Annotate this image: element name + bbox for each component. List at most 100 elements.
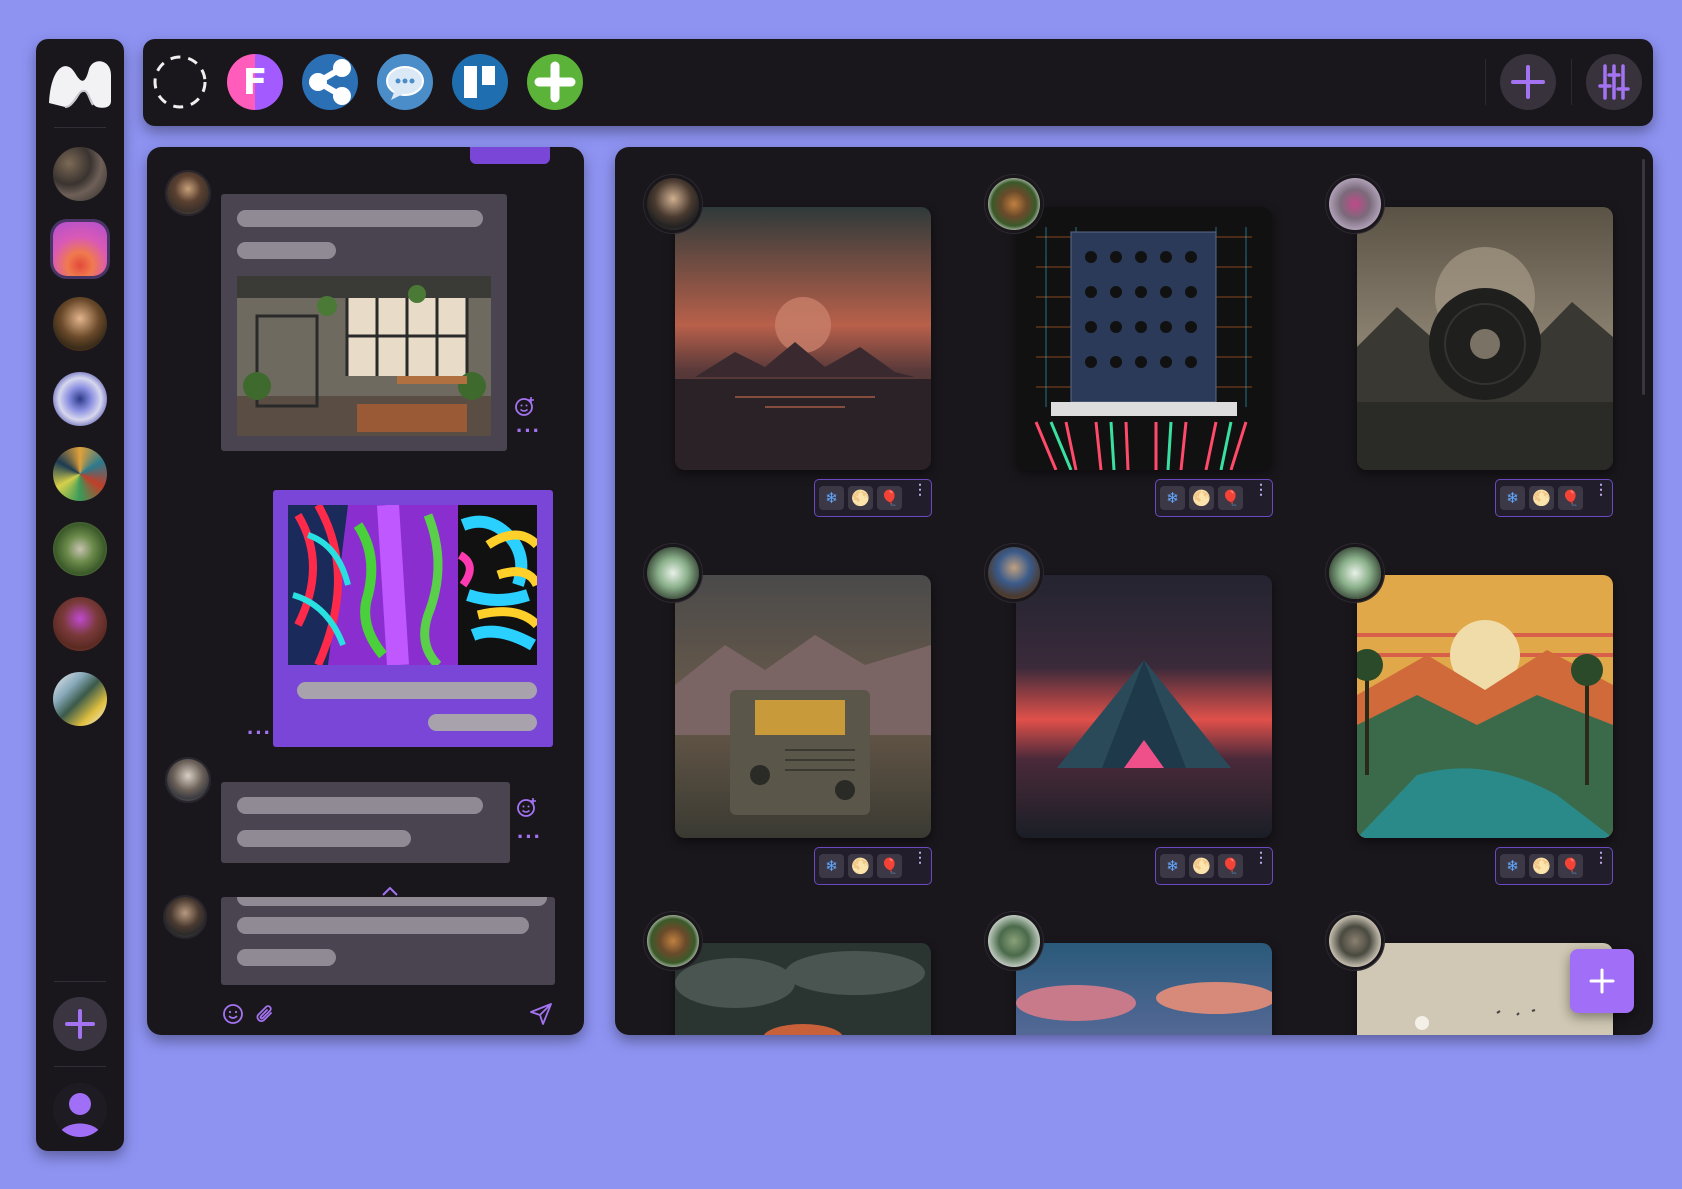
add-image-button[interactable] (1570, 949, 1634, 1013)
author-avatar[interactable] (644, 175, 702, 233)
chat-panel: ··· ··· ··· (147, 147, 584, 1035)
add-icon (1589, 968, 1615, 994)
workspace-7[interactable] (53, 597, 107, 651)
share-app[interactable] (302, 54, 358, 110)
add-button[interactable] (1500, 54, 1556, 110)
divider (54, 981, 106, 982)
sun-reaction[interactable]: 🌕 (1529, 486, 1554, 510)
sun-reaction[interactable]: 🌕 (1529, 854, 1554, 878)
my-message-bubble (273, 490, 553, 747)
settings-button[interactable] (1586, 54, 1642, 110)
more-icon[interactable]: ⋮ (1594, 482, 1608, 496)
avatar[interactable] (165, 170, 211, 216)
add-reaction-icon[interactable] (516, 796, 538, 818)
balloon-reaction[interactable]: 🎈 (877, 854, 902, 878)
share-icon (309, 59, 351, 105)
gallery-image-vinyl-landscape[interactable] (1357, 207, 1613, 470)
author-avatar[interactable] (1326, 544, 1384, 602)
divider (1571, 59, 1572, 105)
trello-icon (464, 66, 495, 98)
workspace-6[interactable] (53, 522, 107, 576)
author-avatar[interactable] (1326, 175, 1384, 233)
gallery-image-sunset-mountains[interactable] (675, 207, 931, 470)
workspace-5[interactable] (53, 447, 107, 501)
message-bubble (221, 897, 555, 985)
divider (54, 1066, 106, 1067)
more-icon[interactable]: ⋮ (1594, 850, 1608, 864)
chat-bubble-icon (386, 66, 424, 100)
reaction-bar: ❄ 🌕 🎈 ⋮ (1155, 479, 1273, 517)
sun-reaction[interactable]: 🌕 (848, 854, 873, 878)
balloon-reaction[interactable]: 🎈 (1558, 854, 1583, 878)
snowflake-reaction[interactable]: ❄ (819, 486, 844, 510)
emoji-icon[interactable] (222, 1003, 244, 1025)
add-icon (1511, 65, 1545, 99)
text-placeholder (237, 797, 483, 814)
more-icon[interactable]: ⋮ (913, 850, 927, 864)
dashed-circle-app[interactable] (152, 54, 208, 110)
snowflake-reaction[interactable]: ❄ (1160, 854, 1185, 878)
snowflake-reaction[interactable]: ❄ (1500, 854, 1525, 878)
sun-reaction[interactable]: 🌕 (1189, 486, 1214, 510)
author-avatar[interactable] (985, 912, 1043, 970)
message-image[interactable] (237, 276, 491, 436)
scrollbar[interactable] (1642, 159, 1645, 395)
workspace-8[interactable] (53, 672, 107, 726)
more-icon[interactable]: ··· (517, 826, 542, 848)
more-icon[interactable]: ⋮ (1254, 850, 1268, 864)
gallery-image-retro-radio[interactable] (675, 575, 931, 838)
waves-logo-icon[interactable] (45, 55, 115, 111)
gallery-image-cloudy-sunset[interactable] (675, 943, 931, 1035)
gallery-image-modular-synth[interactable] (1016, 207, 1272, 470)
user-avatar-button[interactable] (53, 1083, 107, 1137)
workspace-4[interactable] (53, 372, 107, 426)
add-app-button[interactable] (527, 54, 583, 110)
message-image[interactable] (288, 505, 537, 665)
author-avatar[interactable] (644, 912, 702, 970)
text-placeholder (237, 897, 547, 906)
author-avatar[interactable] (1326, 912, 1384, 970)
snowflake-reaction[interactable]: ❄ (1160, 486, 1185, 510)
workspace-2[interactable] (53, 222, 107, 276)
sun-reaction[interactable]: 🌕 (1189, 854, 1214, 878)
attach-icon[interactable] (254, 1002, 276, 1026)
more-icon[interactable]: ⋮ (913, 482, 927, 496)
reaction-bar: ❄ 🌕 🎈 ⋮ (1495, 847, 1613, 885)
chat-app[interactable] (377, 54, 433, 110)
balloon-reaction[interactable]: 🎈 (1218, 486, 1243, 510)
trello-app[interactable] (452, 54, 508, 110)
snowflake-reaction[interactable]: ❄ (1500, 486, 1525, 510)
author-avatar[interactable] (644, 544, 702, 602)
more-icon[interactable]: ⋮ (1254, 482, 1268, 496)
send-icon[interactable] (529, 1002, 553, 1026)
message-bubble (221, 782, 510, 863)
divider (1485, 59, 1486, 105)
avatar[interactable] (165, 757, 211, 803)
balloon-reaction[interactable]: 🎈 (1558, 486, 1583, 510)
author-avatar[interactable] (985, 544, 1043, 602)
divider (54, 127, 106, 128)
gallery-image-pink-clouds[interactable] (1016, 943, 1272, 1035)
active-tab-indicator (470, 147, 550, 164)
avatar[interactable] (163, 895, 207, 939)
add-reaction-icon[interactable] (514, 395, 536, 417)
chevron-up-icon[interactable] (380, 885, 400, 897)
gallery-image-neon-pyramid[interactable] (1016, 575, 1272, 838)
text-placeholder (237, 917, 529, 934)
more-icon[interactable]: ··· (516, 420, 541, 442)
balloon-reaction[interactable]: 🎈 (1218, 854, 1243, 878)
reaction-bar: ❄ 🌕 🎈 ⋮ (814, 847, 932, 885)
snowflake-reaction[interactable]: ❄ (819, 854, 844, 878)
sun-reaction[interactable]: 🌕 (848, 486, 873, 510)
more-icon[interactable]: ··· (247, 722, 272, 744)
balloon-reaction[interactable]: 🎈 (877, 486, 902, 510)
author-avatar[interactable] (985, 175, 1043, 233)
add-workspace-button[interactable] (53, 997, 107, 1051)
workspace-1[interactable] (53, 147, 107, 201)
gallery-image-tropical-sunset[interactable] (1357, 575, 1613, 838)
text-placeholder (428, 714, 537, 731)
workspace-3[interactable] (53, 297, 107, 351)
text-placeholder (237, 949, 336, 966)
figma-app[interactable]: F (227, 54, 283, 110)
reaction-bar: ❄ 🌕 🎈 ⋮ (1155, 847, 1273, 885)
